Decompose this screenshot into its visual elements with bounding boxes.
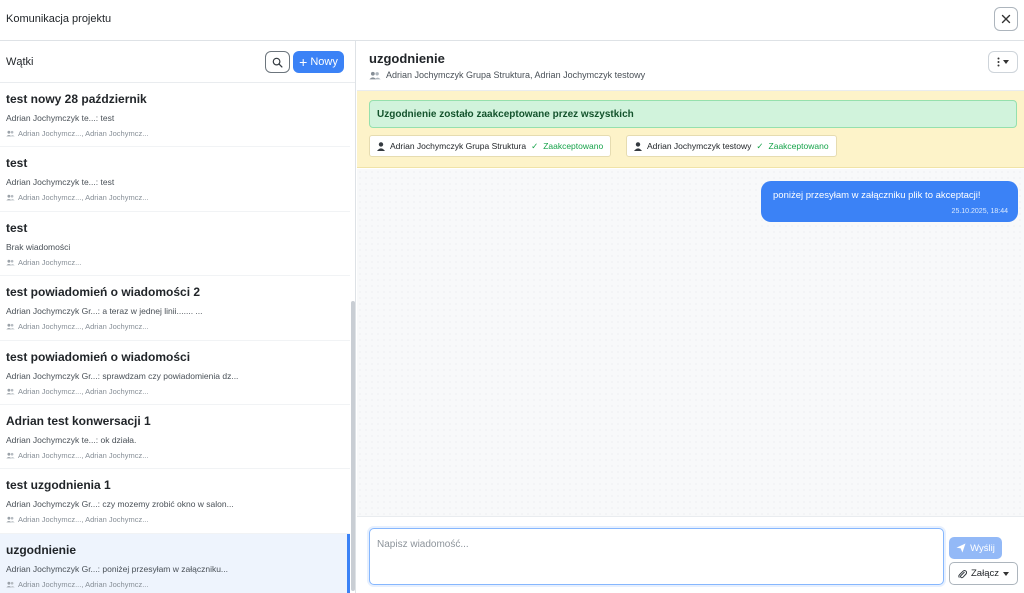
close-button[interactable] — [994, 7, 1018, 31]
chat-header: uzgodnienie Adrian Jochymczyk Grupa Stru… — [357, 41, 1024, 91]
thread-members-text: Adrian Jochymcz..., Adrian Jochymcz... — [18, 386, 149, 396]
approval-person: Adrian Jochymczyk testowy — [647, 141, 752, 151]
thread-item[interactable]: test powiadomień o wiadomości 2 Adrian Jo… — [0, 276, 350, 341]
approval-chip: Adrian Jochymczyk Grupa Struktura ✓ Zaak… — [369, 135, 612, 157]
thread-title: test — [6, 220, 28, 235]
thread-preview: Adrian Jochymczyk te...: test — [6, 113, 115, 123]
new-thread-label: Nowy — [310, 56, 338, 68]
new-thread-button[interactable]: + Nowy — [293, 51, 344, 73]
message-bubble-outgoing: poniżej przesyłam w załączniku plik to a… — [761, 181, 1018, 222]
thread-members: Adrian Jochymcz..., Adrian Jochymcz... — [6, 515, 344, 524]
threads-label: Wątki — [6, 56, 34, 68]
window-title: Komunikacja projektu — [6, 13, 112, 25]
thread-title: test uzgodnienia 1 — [6, 478, 111, 493]
thread-members-text: Adrian Jochymcz..., Adrian Jochymcz... — [18, 515, 149, 525]
chat-panel: uzgodnienie Adrian Jochymczyk Grupa Stru… — [357, 41, 1024, 593]
thread-list-scrollbar[interactable] — [351, 301, 355, 591]
thread-members-text: Adrian Jochymcz..., Adrian Jochymcz... — [18, 579, 149, 589]
thread-preview: Adrian Jochymczyk te...: test — [6, 177, 115, 188]
message-text: poniżej przesyłam w załączniku plik to a… — [773, 190, 981, 201]
thread-preview: Adrian Jochymczyk te...: ok działa. — [6, 434, 137, 445]
users-icon — [6, 452, 15, 459]
thread-title: Adrian test konwersacji 1 — [6, 413, 151, 428]
thread-preview: Brak wiadomości — [6, 241, 71, 252]
thread-title: test powiadomień o wiadomości 2 — [6, 285, 201, 300]
approval-section: Uzgodnienie zostało zaakceptowane przez … — [357, 91, 1024, 168]
thread-title: test — [6, 156, 28, 171]
plus-icon: + — [299, 54, 308, 70]
user-icon — [377, 141, 385, 151]
users-icon — [369, 71, 381, 79]
messages-area: poniżej przesyłam w załączniku plik to a… — [357, 169, 1024, 516]
chat-options-button[interactable] — [988, 51, 1018, 73]
thread-members-text: Adrian Jochymcz..., Adrian Jochymcz... — [18, 193, 149, 203]
thread-members-text: Adrian Jochymcz... — [18, 257, 82, 267]
search-icon — [272, 57, 283, 68]
thread-members: Adrian Jochymcz..., Adrian Jochymcz... — [6, 193, 344, 202]
thread-item[interactable]: test Brak wiadomości Adrian Jochymcz... — [0, 212, 350, 277]
check-icon: ✓ — [531, 140, 539, 151]
thread-item[interactable]: Adrian test konwersacji 1 Adrian Jochymcz… — [0, 405, 350, 470]
chat-title: uzgodnienie — [369, 51, 445, 66]
thread-list: test nowy 28 październik Adrian Jochymczy… — [0, 83, 350, 593]
chat-members: Adrian Jochymczyk Grupa Struktura, Adria… — [369, 70, 645, 80]
thread-item[interactable]: test Adrian Jochymczyk te...: test Adrian … — [0, 147, 350, 212]
thread-preview: Adrian Jochymczyk Gr...: poniżej przesył… — [6, 563, 229, 574]
thread-members: Adrian Jochymcz..., Adrian Jochymcz... — [6, 451, 344, 460]
approval-status: Zaakceptowano — [768, 141, 829, 151]
threads-sidebar: Wątki + Nowy test nowy 28 październik Adr… — [0, 41, 356, 593]
approval-status: Zaakceptowano — [543, 141, 604, 151]
thread-members-text: Adrian Jochymcz..., Adrian Jochymcz... — [18, 129, 149, 138]
thread-members: Adrian Jochymcz... — [6, 258, 344, 267]
send-icon — [956, 543, 966, 553]
users-icon — [6, 323, 15, 330]
chat-members-text: Adrian Jochymczyk Grupa Struktura, Adria… — [386, 70, 646, 80]
thread-preview: Adrian Jochymczyk Gr...: sprawdzam czy p… — [6, 370, 239, 381]
message-input[interactable] — [369, 528, 944, 585]
thread-members: Adrian Jochymcz..., Adrian Jochymcz... — [6, 580, 341, 589]
message-timestamp: 25.10.2025, 18:44 — [951, 208, 1008, 215]
caret-down-icon — [1003, 60, 1009, 64]
send-label: Wyślij — [970, 542, 995, 554]
attach-button[interactable]: Załącz — [949, 562, 1018, 585]
thread-item[interactable]: test powiadomień o wiadomości Adrian Joch… — [0, 341, 350, 405]
thread-members: Adrian Jochymcz..., Adrian Jochymcz... — [6, 322, 344, 331]
close-icon — [1001, 14, 1011, 24]
sidebar-header: Wątki + Nowy — [0, 41, 355, 83]
send-button[interactable]: Wyślij — [949, 537, 1002, 559]
thread-members-text: Adrian Jochymcz..., Adrian Jochymcz... — [18, 450, 149, 460]
approval-chip: Adrian Jochymczyk testowy ✓ Zaakceptowan… — [626, 135, 837, 157]
thread-title: test powiadomień o wiadomości — [6, 349, 191, 364]
thread-members: Adrian Jochymcz..., Adrian Jochymcz... — [6, 387, 344, 396]
more-vertical-icon — [997, 57, 1000, 67]
thread-members: Adrian Jochymcz..., Adrian Jochymcz... — [6, 129, 344, 138]
search-button[interactable] — [265, 51, 290, 73]
thread-preview: Adrian Jochymczyk Gr...: a teraz w jedne… — [6, 306, 203, 317]
users-icon — [6, 388, 15, 394]
users-icon — [6, 195, 15, 201]
thread-item[interactable]: uzgodnienie Adrian Jochymczyk Gr...: poni… — [0, 533, 350, 593]
approval-person: Adrian Jochymczyk Grupa Struktura — [390, 141, 527, 151]
thread-item[interactable]: test nowy 28 październik Adrian Jochymczy… — [0, 83, 350, 148]
thread-preview: Adrian Jochymczyk Gr...: czy mozemy zrob… — [6, 499, 234, 510]
thread-title: test nowy 28 październik — [6, 92, 147, 106]
thread-item[interactable]: test uzgodnienia 1 Adrian Jochymczyk Gr..… — [0, 469, 350, 534]
attach-label: Załącz — [971, 568, 999, 579]
check-icon: ✓ — [756, 140, 764, 151]
users-icon — [6, 581, 15, 588]
paperclip-icon — [958, 569, 967, 578]
user-icon — [634, 141, 642, 151]
window-titlebar: Komunikacja projektu — [0, 0, 1024, 41]
users-icon — [6, 259, 15, 266]
message-composer: Wyślij Załącz — [357, 516, 1024, 593]
thread-members-text: Adrian Jochymcz..., Adrian Jochymcz... — [18, 322, 149, 332]
thread-title: uzgodnienie — [6, 542, 76, 557]
approval-banner: Uzgodnienie zostało zaakceptowane przez … — [369, 100, 1017, 128]
users-icon — [6, 517, 15, 523]
caret-down-icon — [1002, 571, 1009, 576]
users-icon — [6, 130, 15, 137]
